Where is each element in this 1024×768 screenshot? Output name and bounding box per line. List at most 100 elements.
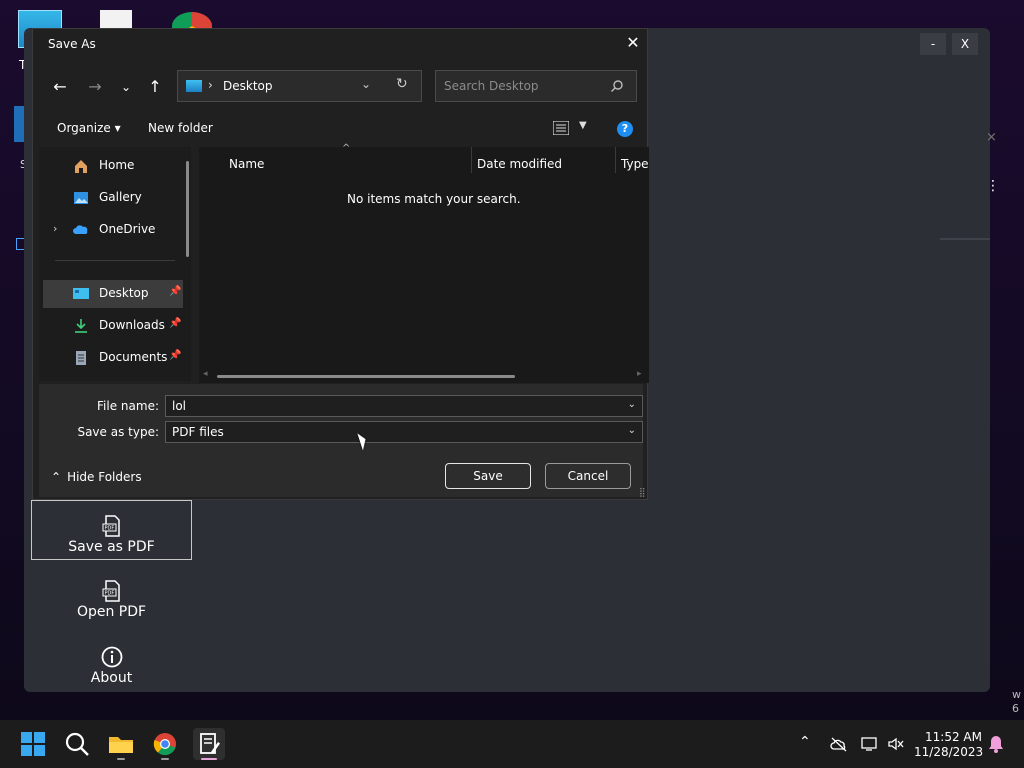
nav-item-home[interactable]: Home — [43, 152, 183, 180]
nav-scrollbar[interactable] — [186, 161, 189, 257]
nav-item-gallery[interactable]: Gallery — [43, 184, 183, 212]
notification-bell-icon[interactable] — [988, 735, 1004, 753]
pin-icon: 📌 — [169, 286, 182, 297]
save-type-select[interactable]: PDF files ⌄ — [165, 421, 643, 443]
sort-ascending-icon: ^ — [342, 143, 351, 154]
refresh-icon[interactable]: ↻ — [396, 76, 408, 92]
nav-label-desktop: Desktop — [99, 286, 149, 300]
search-icon — [611, 80, 623, 92]
column-header-date-modified[interactable]: Date modified — [477, 157, 562, 171]
nav-item-onedrive[interactable]: › OneDrive — [43, 216, 183, 244]
pdf-file-icon: PDF — [102, 580, 120, 602]
nav-item-documents[interactable]: Documents 📌 — [43, 344, 183, 372]
volume-muted-icon[interactable] — [887, 736, 905, 752]
search-icon[interactable] — [61, 728, 93, 760]
nav-item-downloads[interactable]: Downloads 📌 — [43, 312, 183, 340]
organize-button[interactable]: Organize ▾ — [57, 121, 121, 135]
column-header-name[interactable]: Name — [229, 157, 264, 171]
search-input[interactable]: Search Desktop — [435, 70, 637, 102]
onedrive-sync-icon[interactable] — [830, 736, 848, 752]
forward-arrow-icon[interactable]: → — [84, 77, 106, 97]
clock-date: 11/28/2023 — [914, 745, 984, 759]
nav-label-documents: Documents — [99, 350, 168, 364]
column-divider[interactable] — [615, 147, 616, 173]
clock-time: 11:52 AM — [925, 730, 982, 744]
about-button[interactable]: About — [31, 632, 192, 692]
help-icon[interactable]: ? — [617, 121, 633, 137]
active-indicator — [201, 758, 217, 760]
scroll-left-icon[interactable]: ◂ — [203, 369, 208, 379]
save-type-dropdown-icon[interactable]: ⌄ — [628, 425, 636, 436]
info-icon — [101, 646, 122, 668]
right-edge-text-bottom: 6 — [1012, 702, 1019, 715]
taskbar: ⌃ 11:52 AM 11/28/2023 — [0, 720, 1024, 768]
navigation-pane: Home Gallery › OneDrive Desktop 📌 Downlo… — [39, 147, 191, 381]
column-divider[interactable] — [471, 147, 472, 173]
address-bar[interactable]: › Desktop ⌄ ↻ — [177, 70, 422, 102]
download-icon — [75, 319, 87, 333]
search-placeholder: Search Desktop — [444, 79, 539, 93]
column-header-type[interactable]: Type — [621, 157, 649, 171]
open-pdf-label: Open PDF — [76, 604, 147, 620]
recent-locations-chevron-icon[interactable]: ⌄ — [115, 77, 137, 97]
address-dropdown-icon[interactable]: ⌄ — [361, 77, 371, 91]
save-as-dialog: Save As ✕ ← → ⌄ ↑ › Desktop ⌄ ↻ Search D… — [32, 28, 649, 500]
network-icon[interactable] — [861, 736, 879, 752]
scroll-right-icon[interactable]: ▸ — [637, 369, 642, 379]
view-dropdown-icon[interactable]: ▼ — [579, 120, 587, 131]
chevron-up-icon: ⌃ — [51, 470, 62, 484]
app-panel-close-icon[interactable]: × — [986, 130, 997, 145]
dialog-close-button[interactable]: ✕ — [623, 33, 643, 53]
app-close-button[interactable]: X — [952, 33, 978, 55]
hide-folders-label: Hide Folders — [67, 470, 142, 484]
view-options-icon[interactable] — [553, 121, 569, 135]
nav-label-home: Home — [99, 158, 135, 172]
save-button[interactable]: Save — [445, 463, 531, 489]
chrome-logo-icon — [153, 733, 176, 756]
save-type-label: Save as type: — [77, 425, 159, 439]
resize-grip-icon[interactable]: ⣿ — [639, 488, 646, 498]
onedrive-icon — [73, 225, 88, 234]
file-list: ^ Name Date modified Type No items match… — [199, 143, 649, 383]
desktop-icon — [186, 80, 202, 92]
windows-start-icon[interactable] — [17, 728, 49, 760]
open-pdf-button[interactable]: PDF Open PDF — [31, 566, 192, 626]
notepad-app-icon[interactable] — [193, 728, 225, 760]
right-edge-text-top: w — [1012, 688, 1021, 701]
home-icon — [75, 160, 87, 173]
nav-label-onedrive: OneDrive — [99, 222, 156, 236]
save-options-panel: File name: lol ⌄ Save as type: PDF files… — [39, 384, 646, 498]
file-explorer-icon[interactable] — [105, 728, 137, 760]
nav-divider — [55, 260, 175, 261]
breadcrumb-desktop[interactable]: Desktop — [223, 79, 273, 93]
expand-chevron-icon[interactable]: › — [53, 222, 57, 235]
file-name-label: File name: — [97, 399, 159, 413]
taskbar-clock[interactable]: 11:52 AM 11/28/2023 — [914, 730, 984, 760]
desktop-icon — [73, 288, 89, 299]
file-name-value: lol — [172, 399, 187, 413]
save-as-pdf-label: Save as PDF — [68, 539, 155, 555]
file-name-dropdown-icon[interactable]: ⌄ — [628, 399, 636, 410]
cancel-button[interactable]: Cancel — [545, 463, 631, 489]
chrome-icon[interactable] — [149, 728, 181, 760]
empty-folder-message: No items match your search. — [347, 192, 521, 206]
show-hidden-icons-chevron-icon[interactable]: ⌃ — [799, 734, 811, 750]
svg-text:PDF: PDF — [104, 526, 114, 532]
save-type-value: PDF files — [172, 425, 224, 439]
pdf-file-icon: PDF — [102, 515, 120, 537]
new-folder-button[interactable]: New folder — [148, 121, 213, 135]
file-name-field[interactable]: lol ⌄ — [165, 395, 643, 417]
app-more-menu-icon[interactable]: ⋮ — [986, 178, 1000, 194]
back-arrow-icon[interactable]: ← — [49, 77, 71, 97]
up-arrow-icon[interactable]: ↑ — [144, 77, 166, 97]
hide-folders-button[interactable]: ⌃ Hide Folders — [51, 470, 142, 484]
save-as-pdf-button[interactable]: PDF Save as PDF — [31, 500, 192, 560]
right-edge-text: w 6 — [1012, 688, 1021, 716]
horizontal-scrollbar[interactable] — [217, 375, 515, 378]
nav-label-downloads: Downloads — [99, 318, 165, 332]
app-minimize-button[interactable]: - — [920, 33, 946, 55]
gallery-icon — [74, 192, 88, 204]
nav-item-desktop[interactable]: Desktop 📌 — [43, 280, 183, 308]
dialog-title: Save As — [48, 37, 96, 51]
svg-text:PDF: PDF — [104, 591, 114, 597]
